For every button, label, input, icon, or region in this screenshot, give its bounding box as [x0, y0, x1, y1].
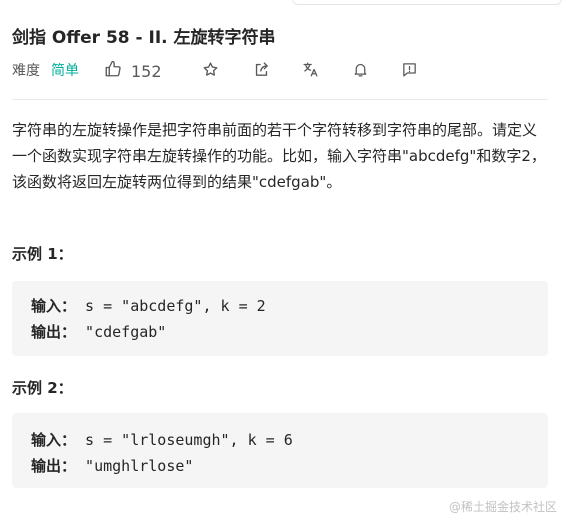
- feedback-icon: [401, 61, 418, 82]
- input-label: 输入：: [31, 431, 77, 449]
- translate-icon: [302, 61, 319, 82]
- difficulty-label: 难度: [12, 63, 40, 79]
- like-count: 152: [131, 61, 162, 81]
- feedback-button[interactable]: [399, 61, 419, 81]
- example-1-output: "cdefgab": [76, 323, 167, 341]
- problem-meta-bar: 难度 简单: [12, 58, 79, 82]
- example-2-input-line: 输入： s = "lrloseumgh", k = 6: [31, 429, 293, 450]
- input-label: 输入：: [31, 297, 77, 315]
- example-2-output-line: 输出： "umghlrlose": [31, 455, 193, 476]
- subscribe-button[interactable]: [350, 61, 370, 81]
- search-input-edge[interactable]: [292, 0, 562, 5]
- favorite-button[interactable]: [200, 61, 220, 81]
- share-icon: [253, 61, 270, 82]
- like-button[interactable]: 152: [104, 60, 162, 82]
- watermark: @稀土掘金技术社区: [448, 500, 557, 514]
- output-label: 输出：: [31, 323, 77, 341]
- thumbs-up-icon: [104, 60, 122, 82]
- problem-description: 字符串的左旋转操作是把字符串前面的若干个字符转移到字符串的尾部。请定义一个函数实…: [12, 121, 546, 191]
- example-1-output-line: 输出： "cdefgab": [31, 321, 166, 342]
- example-1-title: 示例 1：: [12, 245, 73, 263]
- header-divider: [12, 99, 548, 100]
- star-icon: [202, 61, 219, 82]
- example-2-output: "umghlrlose": [76, 457, 194, 475]
- bell-icon: [352, 61, 369, 82]
- problem-title: 剑指 Offer 58 - II. 左旋转字符串: [12, 28, 276, 48]
- difficulty-badge: 简单: [51, 63, 79, 79]
- translate-button[interactable]: [300, 61, 320, 81]
- example-2-input: s = "lrloseumgh", k = 6: [76, 431, 293, 449]
- example-2-title: 示例 2：: [12, 379, 73, 397]
- output-label: 输出：: [31, 457, 77, 475]
- example-1-input: s = "abcdefg", k = 2: [76, 297, 266, 315]
- example-1-input-line: 输入： s = "abcdefg", k = 2: [31, 295, 266, 316]
- example-2-block: 输入： s = "lrloseumgh", k = 6 输出： "umghlrl…: [12, 413, 548, 488]
- example-1-block: 输入： s = "abcdefg", k = 2 输出： "cdefgab": [12, 281, 548, 356]
- share-button[interactable]: [251, 61, 271, 81]
